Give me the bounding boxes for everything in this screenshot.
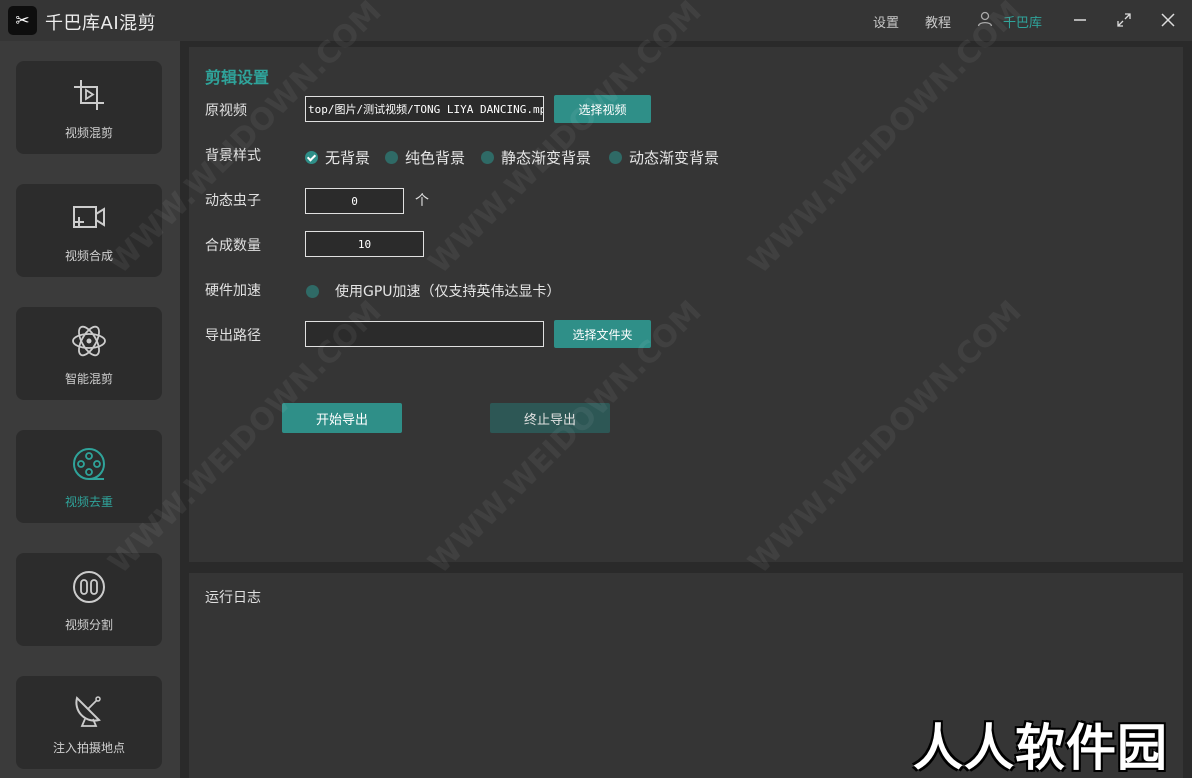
stop-export-button[interactable]: 终止导出 xyxy=(490,403,610,433)
choose-folder-button[interactable]: 选择文件夹 xyxy=(554,320,651,348)
sidebar-item-inject-location[interactable]: 注入拍摄地点 xyxy=(16,676,162,769)
title-bar: ✂ 千巴库AI混剪 设置 教程 千巴库 xyxy=(0,0,1192,41)
sidebar-item-video-mix[interactable]: 视频混剪 xyxy=(16,61,162,154)
source-video-label: 原视频 xyxy=(205,103,247,119)
radio-label: 静态渐变背景 xyxy=(501,149,592,167)
user-name[interactable]: 千巴库 xyxy=(1003,12,1042,31)
user-icon[interactable] xyxy=(977,11,993,27)
app-title: 千巴库AI混剪 xyxy=(45,13,157,34)
sidebar-item-label: 智能混剪 xyxy=(64,372,113,386)
radio-dynamic-gradient-background[interactable]: 动态渐变背景 xyxy=(609,147,719,168)
dynamic-bugs-label: 动态虫子 xyxy=(205,193,261,209)
source-video-input[interactable]: top/图片/测试视频/TONG LIYA DANCING.mp4 xyxy=(305,96,544,122)
export-path-input[interactable] xyxy=(305,321,544,347)
radio-static-gradient-background[interactable]: 静态渐变背景 xyxy=(481,147,591,168)
satellite-dish-icon xyxy=(75,696,101,727)
radio-no-background[interactable]: 无背景 xyxy=(305,147,370,168)
sidebar-item-label: 视频去重 xyxy=(64,495,113,509)
sidebar-item-video-compose[interactable]: 视频合成 xyxy=(16,184,162,277)
radio-icon xyxy=(481,151,494,164)
dynamic-bugs-input[interactable]: 0 xyxy=(305,188,404,214)
radio-label: 无背景 xyxy=(325,149,371,167)
radio-label: 动态渐变背景 xyxy=(629,149,720,167)
close-icon[interactable] xyxy=(1156,8,1180,32)
video-add-icon xyxy=(73,206,105,228)
export-path-label: 导出路径 xyxy=(205,328,261,344)
sidebar-item-label: 视频混剪 xyxy=(64,126,113,140)
split-icon xyxy=(73,571,105,603)
atom-icon xyxy=(72,325,106,357)
panel-title: 剪辑设置 xyxy=(205,68,270,87)
crop-play-icon xyxy=(74,80,104,110)
maximize-icon[interactable] xyxy=(1112,8,1136,32)
sidebar: 视频混剪 视频合成 智能混剪 视频去重 视频分割 注入拍摄地点 xyxy=(0,41,180,778)
checked-radio-icon xyxy=(305,151,318,164)
minimize-icon[interactable] xyxy=(1068,8,1092,32)
radio-solid-background[interactable]: 纯色背景 xyxy=(385,147,465,168)
tutorial-link[interactable]: 教程 xyxy=(925,12,951,31)
choose-video-button[interactable]: 选择视频 xyxy=(554,95,651,123)
sidebar-item-video-dedup[interactable]: 视频去重 xyxy=(16,430,162,523)
sidebar-item-label: 视频合成 xyxy=(64,249,113,263)
bugs-unit: 个 xyxy=(415,193,429,209)
radio-label: 纯色背景 xyxy=(405,149,466,167)
log-title: 运行日志 xyxy=(205,590,261,606)
sidebar-item-video-split[interactable]: 视频分割 xyxy=(16,553,162,646)
sidebar-item-label: 注入拍摄地点 xyxy=(52,741,125,755)
settings-link[interactable]: 设置 xyxy=(873,12,899,31)
compose-count-input[interactable]: 10 xyxy=(305,231,424,257)
compose-count-label: 合成数量 xyxy=(205,238,261,254)
radio-icon xyxy=(306,284,319,298)
background-style-label: 背景样式 xyxy=(205,148,261,164)
scissors-icon: ✂ xyxy=(8,6,37,35)
film-reel-icon xyxy=(73,448,105,480)
radio-icon xyxy=(609,151,622,164)
hardware-acceleration-label: 硬件加速 xyxy=(205,283,261,299)
gpu-acceleration-toggle[interactable]: 使用GPU加速（仅支持英伟达显卡） xyxy=(306,281,561,301)
corner-watermark: 人人软件园 xyxy=(913,719,1168,777)
edit-settings-panel: 剪辑设置 原视频 top/图片/测试视频/TONG LIYA DANCING.m… xyxy=(189,47,1183,562)
sidebar-item-smart-mix[interactable]: 智能混剪 xyxy=(16,307,162,400)
radio-icon xyxy=(385,151,398,164)
start-export-button[interactable]: 开始导出 xyxy=(282,403,402,433)
gpu-option-label: 使用GPU加速（仅支持英伟达显卡） xyxy=(335,284,561,300)
sidebar-item-label: 视频分割 xyxy=(64,618,113,632)
